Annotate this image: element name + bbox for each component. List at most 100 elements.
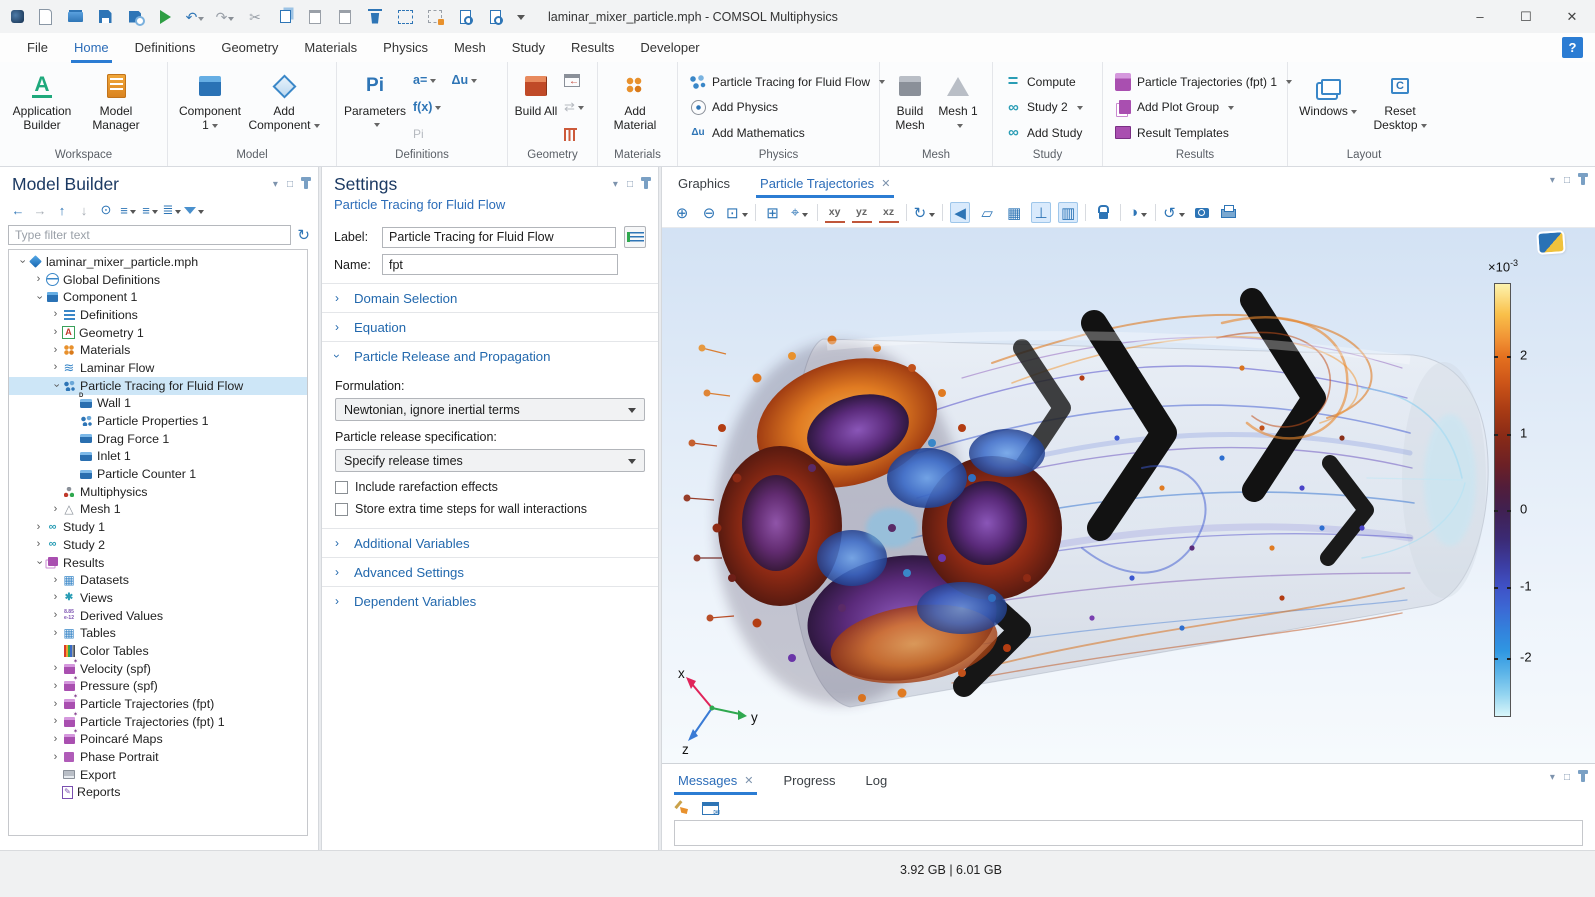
tree-row[interactable]: Poincaré Maps — [9, 731, 307, 749]
study[interactable]: Study — [499, 33, 558, 62]
tree-expander-icon[interactable] — [32, 557, 45, 568]
geometry[interactable]: Geometry — [208, 33, 291, 62]
float-panel-icon[interactable]: □ — [1564, 772, 1570, 783]
show-options-icon[interactable]: ⊙ — [96, 200, 116, 220]
float-panel-icon[interactable]: □ — [627, 179, 633, 190]
print-icon[interactable] — [1219, 202, 1239, 223]
section-domain-selection[interactable]: Domain Selection — [322, 283, 658, 312]
section-additional-variables[interactable]: Additional Variables — [322, 528, 658, 557]
messages-output[interactable] — [674, 820, 1583, 846]
view-yz-icon[interactable]: yz — [852, 202, 872, 223]
section-particle-release[interactable]: Particle Release and Propagation — [322, 341, 658, 370]
tree-expander-icon[interactable] — [49, 628, 62, 639]
tree-row[interactable]: Materials — [9, 341, 307, 359]
collapse-panel-icon[interactable]: ▾ — [613, 179, 618, 190]
progress[interactable]: Progress — [783, 773, 835, 795]
add-material-button[interactable]: Add Material — [604, 68, 666, 146]
collapse-panel-icon[interactable]: ▾ — [273, 179, 278, 190]
tree-row[interactable]: Datasets — [9, 571, 307, 589]
tree-row[interactable]: Component 1 — [9, 288, 307, 306]
view-xz-icon[interactable]: xz — [879, 202, 899, 223]
tree-expander-icon[interactable] — [49, 752, 62, 763]
tree-row[interactable]: Pressure (spf) — [9, 678, 307, 696]
move-down-icon[interactable]: ↓ — [74, 200, 94, 220]
tree-expander-icon[interactable] — [49, 734, 62, 745]
application-builder-button[interactable]: A Application Builder — [6, 68, 78, 146]
find-icon[interactable] — [452, 5, 478, 29]
open-file-icon[interactable] — [62, 5, 88, 29]
tree-expander-icon[interactable] — [49, 380, 62, 391]
release-spec-select[interactable]: Specify release times — [335, 449, 645, 472]
file[interactable]: File — [14, 33, 61, 62]
results[interactable]: Results — [558, 33, 627, 62]
undo-icon[interactable]: ↶ — [182, 5, 208, 29]
mesh[interactable]: Mesh — [441, 33, 499, 62]
run-icon[interactable] — [152, 5, 178, 29]
duplicate-icon[interactable] — [332, 5, 358, 29]
variables-button[interactable]: a= — [413, 70, 441, 90]
tree-expander-icon[interactable] — [32, 274, 45, 285]
tree-row[interactable]: Global Definitions — [9, 271, 307, 289]
tree-row[interactable]: Export — [9, 766, 307, 784]
filter-icon[interactable] — [184, 200, 204, 220]
result-templates-button[interactable]: Result Templates — [1115, 122, 1292, 143]
app-logo-icon[interactable] — [6, 5, 28, 29]
search-icon[interactable] — [482, 5, 508, 29]
tree-row[interactable]: Multiphysics — [9, 483, 307, 501]
add-component-button[interactable]: Add Component — [248, 68, 320, 146]
add-plot-group-button[interactable]: Add Plot Group — [1115, 97, 1292, 118]
mesh-1-button[interactable]: Mesh 1 — [936, 68, 980, 146]
show-axis-icon[interactable]: ⊥ — [1031, 202, 1051, 223]
go-to-view-icon[interactable]: ⌖ — [790, 202, 810, 223]
lock-view-icon[interactable] — [1093, 202, 1113, 223]
tree-row[interactable]: Laminar Flow — [9, 359, 307, 377]
tree-row[interactable]: Particle Trajectories (fpt) — [9, 695, 307, 713]
forward-icon[interactable]: → — [30, 200, 50, 220]
tree-row[interactable]: Views — [9, 589, 307, 607]
wall-timesteps-checkbox[interactable] — [335, 503, 348, 516]
tree-row[interactable]: Particle Properties 1 — [9, 412, 307, 430]
name-input[interactable] — [382, 254, 618, 275]
compute-button[interactable]: = Compute — [1005, 71, 1083, 92]
tree-row[interactable]: Definitions — [9, 306, 307, 324]
physics-interface-button[interactable]: Particle Tracing for Fluid Flow — [690, 71, 885, 92]
pin-panel-icon[interactable] — [1581, 773, 1585, 782]
collapse-all-icon[interactable]: ≡ — [140, 200, 160, 220]
tree-expander-icon[interactable] — [32, 522, 45, 533]
tree-row[interactable]: Particle Tracing for Fluid Flow — [9, 377, 307, 395]
rotate-view-icon[interactable]: ↻ — [914, 202, 936, 223]
physics[interactable]: Physics — [370, 33, 441, 62]
tree-row[interactable]: Study 2 — [9, 536, 307, 554]
tree-row[interactable]: Geometry 1 — [9, 324, 307, 342]
environment-icon[interactable]: ◑ — [1128, 202, 1148, 223]
open-log-window-icon[interactable] — [702, 802, 719, 815]
save-icon[interactable] — [92, 5, 118, 29]
build-mesh-button[interactable]: Build Mesh — [886, 68, 934, 146]
copy-icon[interactable] — [272, 5, 298, 29]
add-mathematics-button[interactable]: Δu Add Mathematics — [690, 122, 885, 143]
tree-expander-icon[interactable] — [49, 681, 62, 692]
edit-label-button[interactable] — [624, 226, 646, 248]
reset-desktop-button[interactable]: C Reset Desktop — [1371, 68, 1429, 146]
close-button[interactable]: ✕ — [1549, 0, 1595, 33]
toolbar-more-icon[interactable] — [512, 5, 530, 29]
tree-row[interactable]: Derived Values — [9, 607, 307, 625]
tree-row[interactable]: Phase Portrait — [9, 748, 307, 766]
section-equation[interactable]: Equation — [322, 312, 658, 341]
functions-button[interactable]: f(x) — [413, 97, 441, 117]
tree-row[interactable]: Wall 1 — [9, 395, 307, 413]
delete-icon[interactable] — [362, 5, 388, 29]
tree-expander-icon[interactable] — [49, 345, 62, 356]
particle-trajectories-plot-button[interactable]: Particle Trajectories (fpt) 1 — [1115, 71, 1292, 92]
tree-expander-icon[interactable] — [49, 575, 62, 586]
pin-panel-icon[interactable] — [1581, 176, 1585, 185]
float-panel-icon[interactable]: □ — [1564, 175, 1570, 186]
move-up-icon[interactable]: ↑ — [52, 200, 72, 220]
component-1-button[interactable]: Component 1 — [174, 68, 246, 146]
maximize-button[interactable]: ☐ — [1503, 0, 1549, 33]
tree-filter-input[interactable] — [8, 225, 291, 245]
parameters-button[interactable]: Pi Parameters — [343, 68, 407, 146]
graphics-canvas[interactable]: x y z ×10-3 2 1 0 -1 -2 — [662, 228, 1595, 763]
build-all-button[interactable]: Build All — [514, 68, 558, 146]
tree-row[interactable]: Color Tables — [9, 642, 307, 660]
